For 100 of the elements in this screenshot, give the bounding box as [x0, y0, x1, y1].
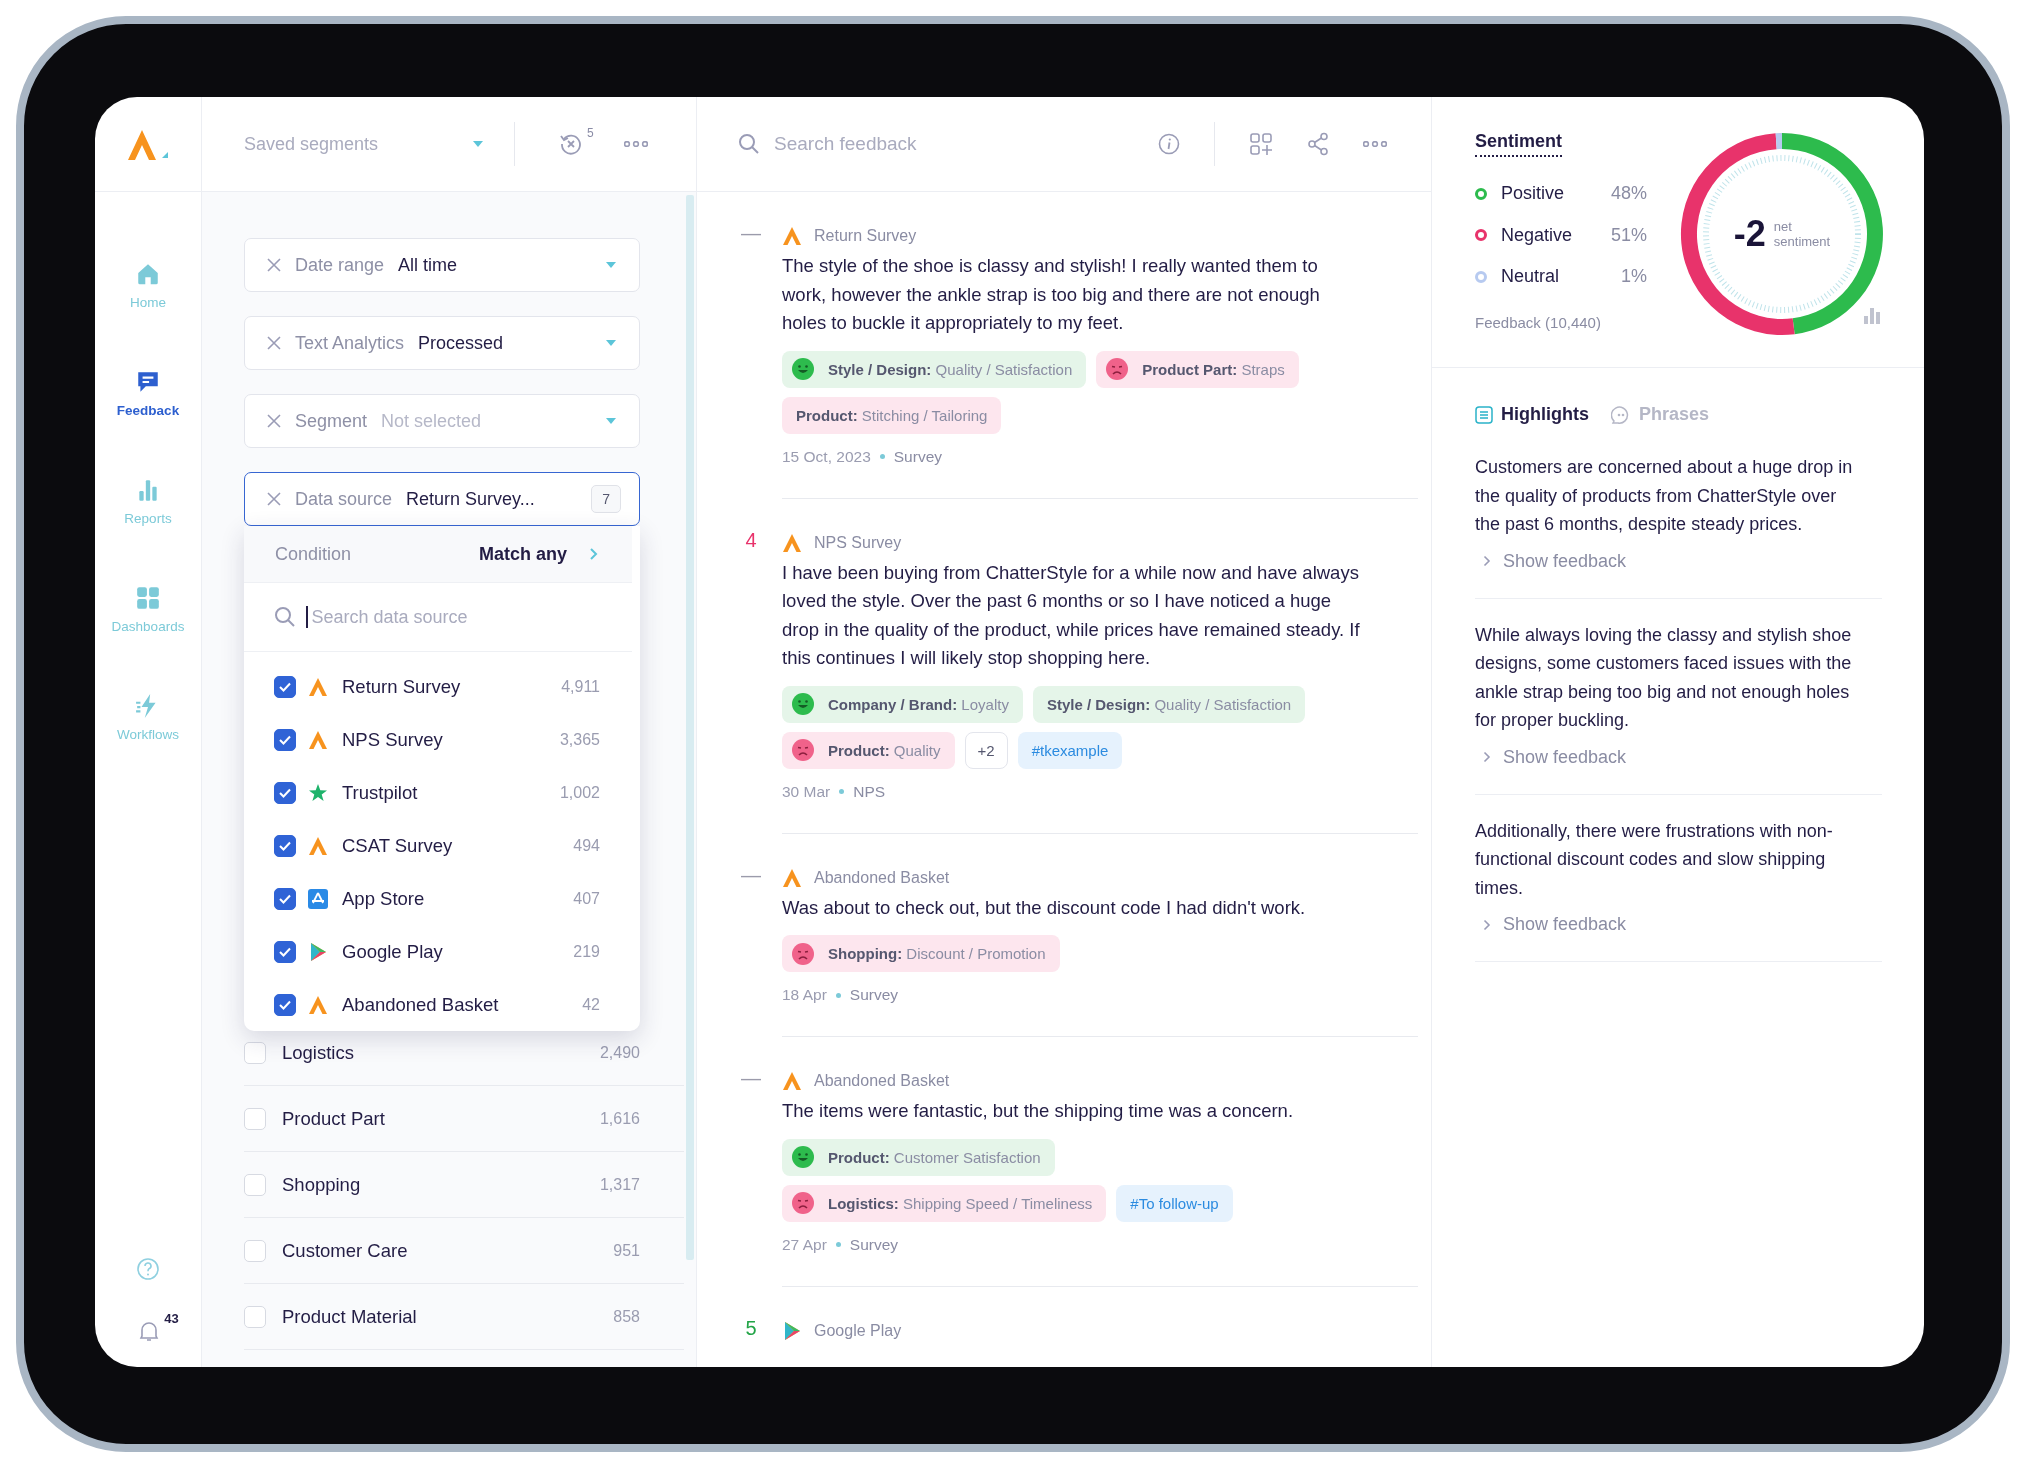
- category-count: 1,317: [599, 1175, 640, 1194]
- quote-bubble-icon: [1611, 405, 1631, 424]
- search-icon: [738, 133, 760, 155]
- topic-tag[interactable]: Style / Design: Quality / Satisfaction: [782, 350, 1087, 388]
- category-label: Product Material: [282, 1305, 417, 1328]
- condition-label: Condition: [275, 543, 352, 565]
- filter-field[interactable]: Segment Not selected: [244, 394, 640, 448]
- topic-tag[interactable]: Style / Design: Quality / Satisfaction: [1032, 685, 1306, 723]
- peak-logo-icon: [782, 867, 802, 888]
- play-icon: [782, 1320, 802, 1341]
- tag-text: Company / Brand: Loyalty: [827, 695, 1009, 713]
- peak-logo-icon: [308, 835, 328, 856]
- tag-text: Logistics: Shipping Speed / Timeliness: [827, 1194, 1093, 1212]
- close-icon[interactable]: [267, 414, 281, 428]
- chart-icon[interactable]: [1864, 306, 1880, 324]
- source-label: Google Play: [342, 940, 443, 963]
- filter-field[interactable]: Date range All time: [244, 238, 640, 292]
- filter-label: Segment: [295, 410, 368, 432]
- date: 15 Oct, 2023: [782, 447, 871, 466]
- tag-text: Product: Customer Satisfaction: [827, 1148, 1041, 1166]
- source-count: 42: [582, 995, 600, 1014]
- show-feedback-link[interactable]: Show feedback: [1483, 914, 1882, 935]
- source-count: 4,911: [561, 677, 600, 696]
- filter-field[interactable]: Text Analytics Processed: [244, 316, 640, 370]
- add-widget-icon[interactable]: [1249, 132, 1273, 156]
- caret-icon[interactable]: [605, 339, 617, 347]
- scrollbar[interactable]: [686, 195, 694, 1260]
- filter-value: Return Survey...: [406, 488, 535, 510]
- checkbox[interactable]: [274, 781, 296, 804]
- checkbox[interactable]: [274, 887, 296, 910]
- filter-field[interactable]: Data source Return Survey... 7: [244, 472, 640, 526]
- more-icon[interactable]: [623, 141, 648, 147]
- nav-item[interactable]: Feedback: [95, 339, 201, 447]
- tag-text: Product: Quality: [827, 741, 941, 759]
- score: —: [741, 1067, 761, 1090]
- checkbox[interactable]: [274, 675, 296, 698]
- search-icon: [274, 606, 296, 628]
- channel: NPS: [853, 782, 886, 801]
- check-icon: [279, 893, 291, 904]
- filter-value: Not selected: [381, 410, 482, 432]
- checkbox[interactable]: [274, 993, 296, 1016]
- check-icon: [279, 787, 291, 798]
- more-chip[interactable]: +2: [964, 731, 1008, 769]
- tab[interactable]: Highlights: [1475, 404, 1589, 425]
- history-icon[interactable]: [559, 132, 583, 156]
- filter-value: All time: [398, 254, 458, 276]
- close-icon[interactable]: [267, 492, 281, 506]
- score: 5: [744, 1316, 758, 1340]
- legend-label: Neutral: [1501, 266, 1560, 288]
- legend-percent: 51%: [1610, 224, 1647, 246]
- category-label: Product Part: [282, 1107, 385, 1130]
- topic-tag[interactable]: Product: Customer Satisfaction: [782, 1138, 1055, 1176]
- source-name: Abandoned Basket: [814, 1072, 950, 1090]
- checkbox[interactable]: [274, 940, 296, 963]
- show-feedback-link[interactable]: Show feedback: [1483, 746, 1882, 768]
- grid-icon: [135, 584, 161, 611]
- share-icon[interactable]: [1307, 132, 1329, 156]
- feedback-text: The items were fantastic, but the shipping time was a concern.: [782, 1099, 1295, 1123]
- source-count: 1,002: [559, 783, 600, 802]
- star-icon: [308, 782, 328, 803]
- tag-text: Shopping: Discount / Promotion: [827, 945, 1046, 962]
- more-icon[interactable]: [1363, 141, 1387, 147]
- check-icon: [279, 999, 291, 1010]
- help-icon[interactable]: [136, 1257, 160, 1281]
- topic-tag[interactable]: Shopping: Discount / Promotion: [782, 935, 1060, 972]
- condition-selector[interactable]: Match any: [478, 543, 598, 565]
- topic-tag[interactable]: Logistics: Shipping Speed / Timeliness: [782, 1184, 1107, 1222]
- caret-icon[interactable]: [605, 261, 617, 269]
- score: 4: [744, 528, 758, 552]
- caret-icon[interactable]: [605, 417, 617, 425]
- peak-logo-icon: [782, 1071, 802, 1091]
- topic-tag[interactable]: Product Part: Straps: [1096, 350, 1299, 388]
- feedback-text: Was about to check out, but the discount code I had didn't work.: [782, 895, 1307, 920]
- search-field[interactable]: Search feedback: [772, 132, 1076, 156]
- show-feedback-link[interactable]: Show feedback: [1483, 550, 1882, 572]
- search-field[interactable]: Search data source: [309, 605, 574, 629]
- check-icon: [279, 946, 291, 957]
- chevron-icon: [589, 547, 598, 561]
- close-icon[interactable]: [267, 258, 281, 272]
- topic-tag[interactable]: Product: Stitching / Tailoring: [782, 396, 1002, 434]
- filter-value: Processed: [418, 332, 504, 354]
- hashtag-chip[interactable]: #To follow-up: [1116, 1184, 1233, 1222]
- filter-label: Date range: [295, 254, 385, 276]
- info-icon[interactable]: [1158, 133, 1180, 155]
- close-icon[interactable]: [267, 336, 281, 350]
- filter-label: Text Analytics: [295, 332, 405, 354]
- checkbox[interactable]: [274, 834, 296, 857]
- source-label: Return Survey: [342, 675, 461, 698]
- tag-text: Style / Design: Quality / Satisfaction: [1045, 695, 1292, 713]
- highlight-text: While always loving the classy and stylish shoe designs, some customers faced issues with the ankle strap being too big and not enough holes for proper buckling.: [1475, 623, 1853, 732]
- tag-text: Product: Stitching / Tailoring: [795, 406, 988, 424]
- chevron-icon: [1483, 918, 1491, 931]
- hashtag-chip[interactable]: #tkexample: [1017, 731, 1123, 769]
- source-label: Abandoned Basket: [342, 993, 499, 1016]
- checkbox[interactable]: [274, 728, 296, 751]
- topic-tag[interactable]: Product: Quality: [782, 731, 955, 769]
- net-label: net sentiment: [1773, 219, 1831, 249]
- topic-tag[interactable]: Company / Brand: Loyalty: [782, 685, 1023, 723]
- separator-dot: [839, 789, 845, 794]
- section-title[interactable]: Sentiment: [1475, 131, 1562, 157]
